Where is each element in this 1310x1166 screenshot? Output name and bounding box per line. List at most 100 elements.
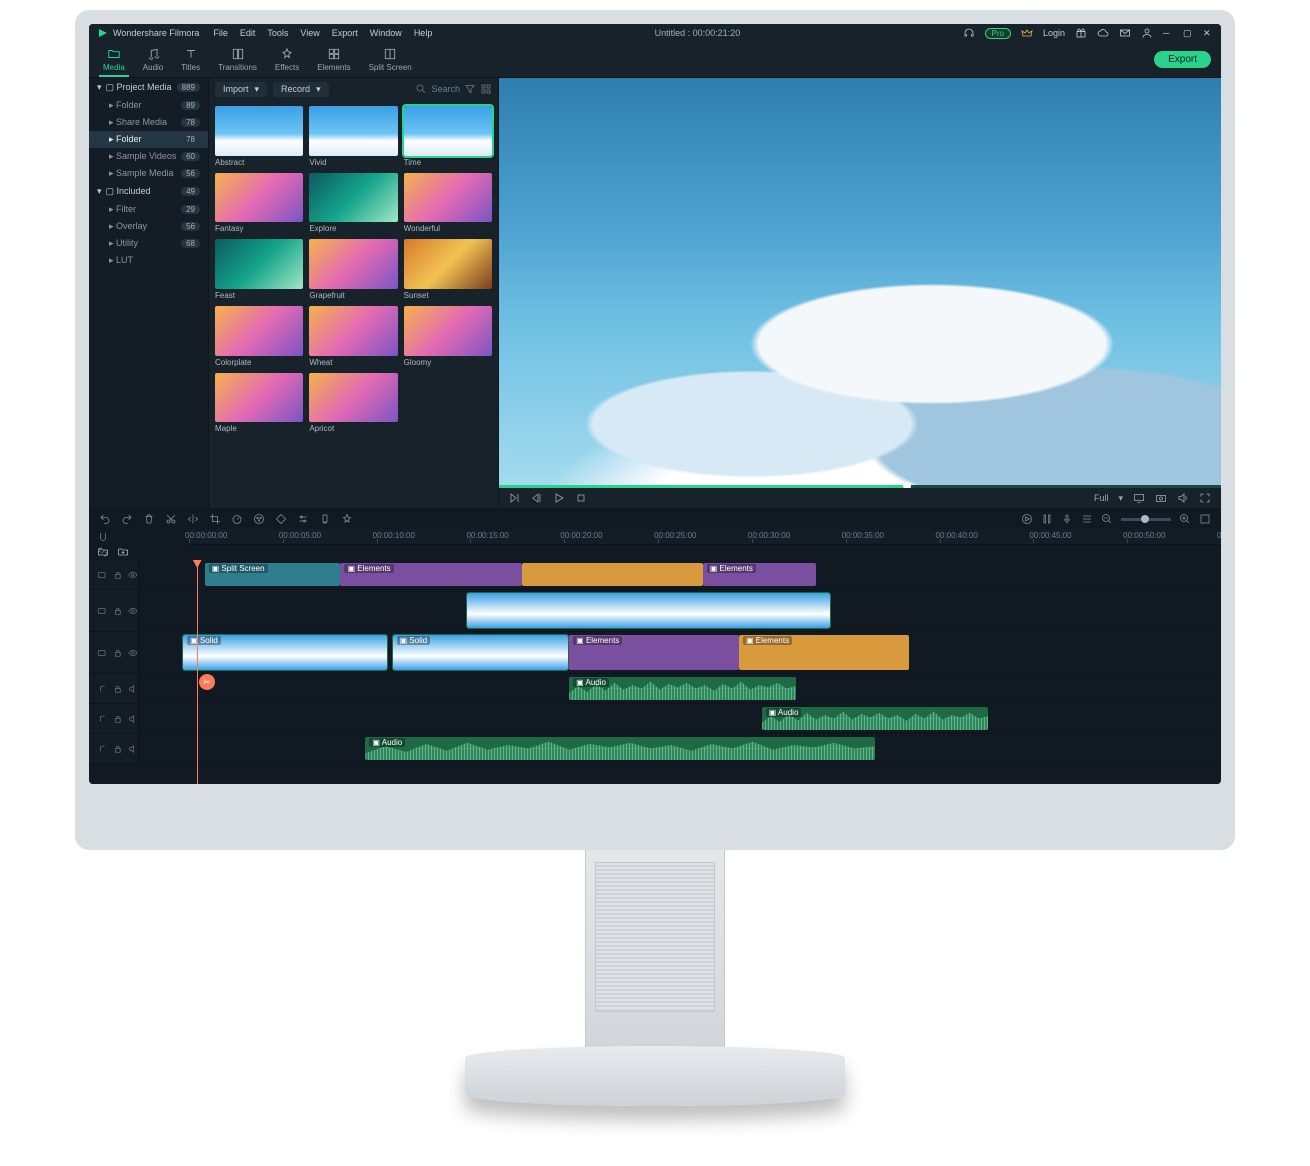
track-header[interactable] [89, 704, 139, 733]
menu-export[interactable]: Export [332, 28, 358, 38]
media-thumb[interactable]: Apricot [309, 373, 397, 434]
mix-icon[interactable] [1041, 513, 1053, 525]
window-close[interactable]: ✕ [1203, 28, 1213, 38]
step-back-icon[interactable] [531, 492, 543, 504]
playhead[interactable] [197, 560, 198, 784]
track[interactable]: Normal 1.00X ▾ [89, 590, 1221, 632]
lock-icon[interactable] [113, 647, 123, 659]
color-icon[interactable] [253, 513, 265, 525]
window-maximize[interactable]: ▢ [1183, 28, 1193, 38]
menu-view[interactable]: View [300, 28, 319, 38]
media-thumb[interactable]: Sunset [404, 239, 492, 300]
track[interactable]: ▣ Split Screen▣ Elements▣ Elements [89, 560, 1221, 590]
fullscreen-icon[interactable] [1199, 492, 1211, 504]
clip[interactable]: Normal 1.00X ▾ [467, 593, 829, 628]
track[interactable]: ▣ Audio [89, 704, 1221, 734]
grid-view-icon[interactable] [480, 83, 492, 95]
media-thumb[interactable]: Time [404, 106, 492, 167]
track[interactable]: ▣ Audio [89, 734, 1221, 764]
crop-icon[interactable] [209, 513, 221, 525]
media-thumb[interactable]: Gloomy [404, 306, 492, 367]
mail-icon[interactable] [1119, 27, 1131, 39]
sidebar-item[interactable]: ▸ LUT [89, 252, 208, 269]
menu-help[interactable]: Help [414, 28, 433, 38]
zoom-fit-icon[interactable] [1199, 513, 1211, 525]
lock-icon[interactable] [113, 743, 123, 755]
timeline-marker[interactable]: ✂ [199, 674, 215, 690]
redo-icon[interactable] [121, 513, 133, 525]
filter-icon[interactable] [464, 83, 476, 95]
mute-icon[interactable] [128, 683, 138, 695]
adjust-icon[interactable] [297, 513, 309, 525]
export-button[interactable]: Export [1154, 51, 1211, 68]
menu-file[interactable]: File [213, 28, 228, 38]
mode-audio[interactable]: Audio [139, 44, 167, 77]
track-manage-icon[interactable] [1081, 513, 1093, 525]
clip[interactable]: ▣ Split Screen [205, 563, 341, 586]
eye-icon[interactable] [128, 647, 138, 659]
clip[interactable]: ▣ Elements [739, 635, 909, 670]
sidebar-group-project-media[interactable]: ▾▢ Project Media889 [89, 78, 208, 97]
clip[interactable] [522, 563, 703, 586]
preview-quality[interactable]: Full [1094, 493, 1109, 503]
mute-icon[interactable] [128, 743, 138, 755]
media-thumb[interactable]: Fantasy [215, 173, 303, 234]
media-thumb[interactable]: Vivid [309, 106, 397, 167]
display-settings-icon[interactable] [1133, 492, 1145, 504]
keyframe-icon[interactable] [275, 513, 287, 525]
mode-media[interactable]: Media [99, 44, 129, 77]
mute-icon[interactable] [128, 713, 138, 725]
track-header[interactable] [89, 590, 139, 631]
menu-window[interactable]: Window [370, 28, 402, 38]
render-icon[interactable] [1021, 513, 1033, 525]
track[interactable]: ▣ Audio ✂ [89, 674, 1221, 704]
media-thumb[interactable]: Explore [309, 173, 397, 234]
preview-scrubber[interactable] [499, 485, 1221, 488]
zoom-in-icon[interactable] [1179, 513, 1191, 525]
mode-titles[interactable]: Titles [177, 44, 204, 77]
speed-icon[interactable] [231, 513, 243, 525]
track-header[interactable] [89, 734, 139, 763]
sidebar-item[interactable]: ▸ Utility68 [89, 235, 208, 252]
track-header[interactable] [89, 674, 139, 703]
media-thumb[interactable]: Abstract [215, 106, 303, 167]
clip[interactable]: ▣ Audio [569, 677, 795, 700]
clip[interactable]: ▣ Elements [340, 563, 521, 586]
cut-icon[interactable] [165, 513, 177, 525]
stop-icon[interactable] [575, 492, 587, 504]
mode-split-screen[interactable]: Split Screen [365, 44, 416, 77]
marker-icon[interactable] [319, 513, 331, 525]
search-input[interactable]: Search [431, 84, 460, 94]
zoom-out-icon[interactable] [1101, 513, 1113, 525]
timeline-ruler[interactable]: 00:00:00:0000:00:05:0000:00:10:0000:00:1… [189, 529, 1221, 545]
media-thumb[interactable]: Grapefruit [309, 239, 397, 300]
sidebar-item[interactable]: ▸ Folder78 [89, 131, 208, 148]
lock-icon[interactable] [113, 569, 123, 581]
cloud-icon[interactable] [1097, 27, 1109, 39]
crown-icon[interactable] [1021, 27, 1033, 39]
track[interactable]: ▣ Solid▣ Solid▣ Elements▣ Elements [89, 632, 1221, 674]
track-header[interactable] [89, 560, 139, 589]
gift-icon[interactable] [1075, 27, 1087, 39]
record-dropdown[interactable]: Record▾ [273, 82, 329, 97]
media-thumb[interactable]: Wheat [309, 306, 397, 367]
media-thumb[interactable]: Colorplate [215, 306, 303, 367]
prev-frame-icon[interactable] [509, 492, 521, 504]
delete-icon[interactable] [143, 513, 155, 525]
pro-badge[interactable]: Pro [985, 28, 1011, 39]
volume-icon[interactable] [1177, 492, 1189, 504]
clip[interactable]: ▣ Solid [183, 635, 387, 670]
snapshot-icon[interactable] [1155, 492, 1167, 504]
user-icon[interactable] [1141, 27, 1153, 39]
lock-icon[interactable] [113, 605, 123, 617]
effects-ctrl-icon[interactable] [341, 513, 353, 525]
preview-canvas[interactable] [499, 78, 1221, 488]
media-thumb[interactable]: Maple [215, 373, 303, 434]
mode-effects[interactable]: Effects [271, 44, 303, 77]
clip[interactable]: ▣ Elements [569, 635, 739, 670]
new-folder-icon[interactable] [97, 546, 109, 558]
clip[interactable]: ▣ Elements [703, 563, 816, 586]
sidebar-item[interactable]: ▸ Folder89 [89, 97, 208, 114]
media-thumb[interactable]: Wonderful [404, 173, 492, 234]
mode-elements[interactable]: Elements [313, 44, 354, 77]
